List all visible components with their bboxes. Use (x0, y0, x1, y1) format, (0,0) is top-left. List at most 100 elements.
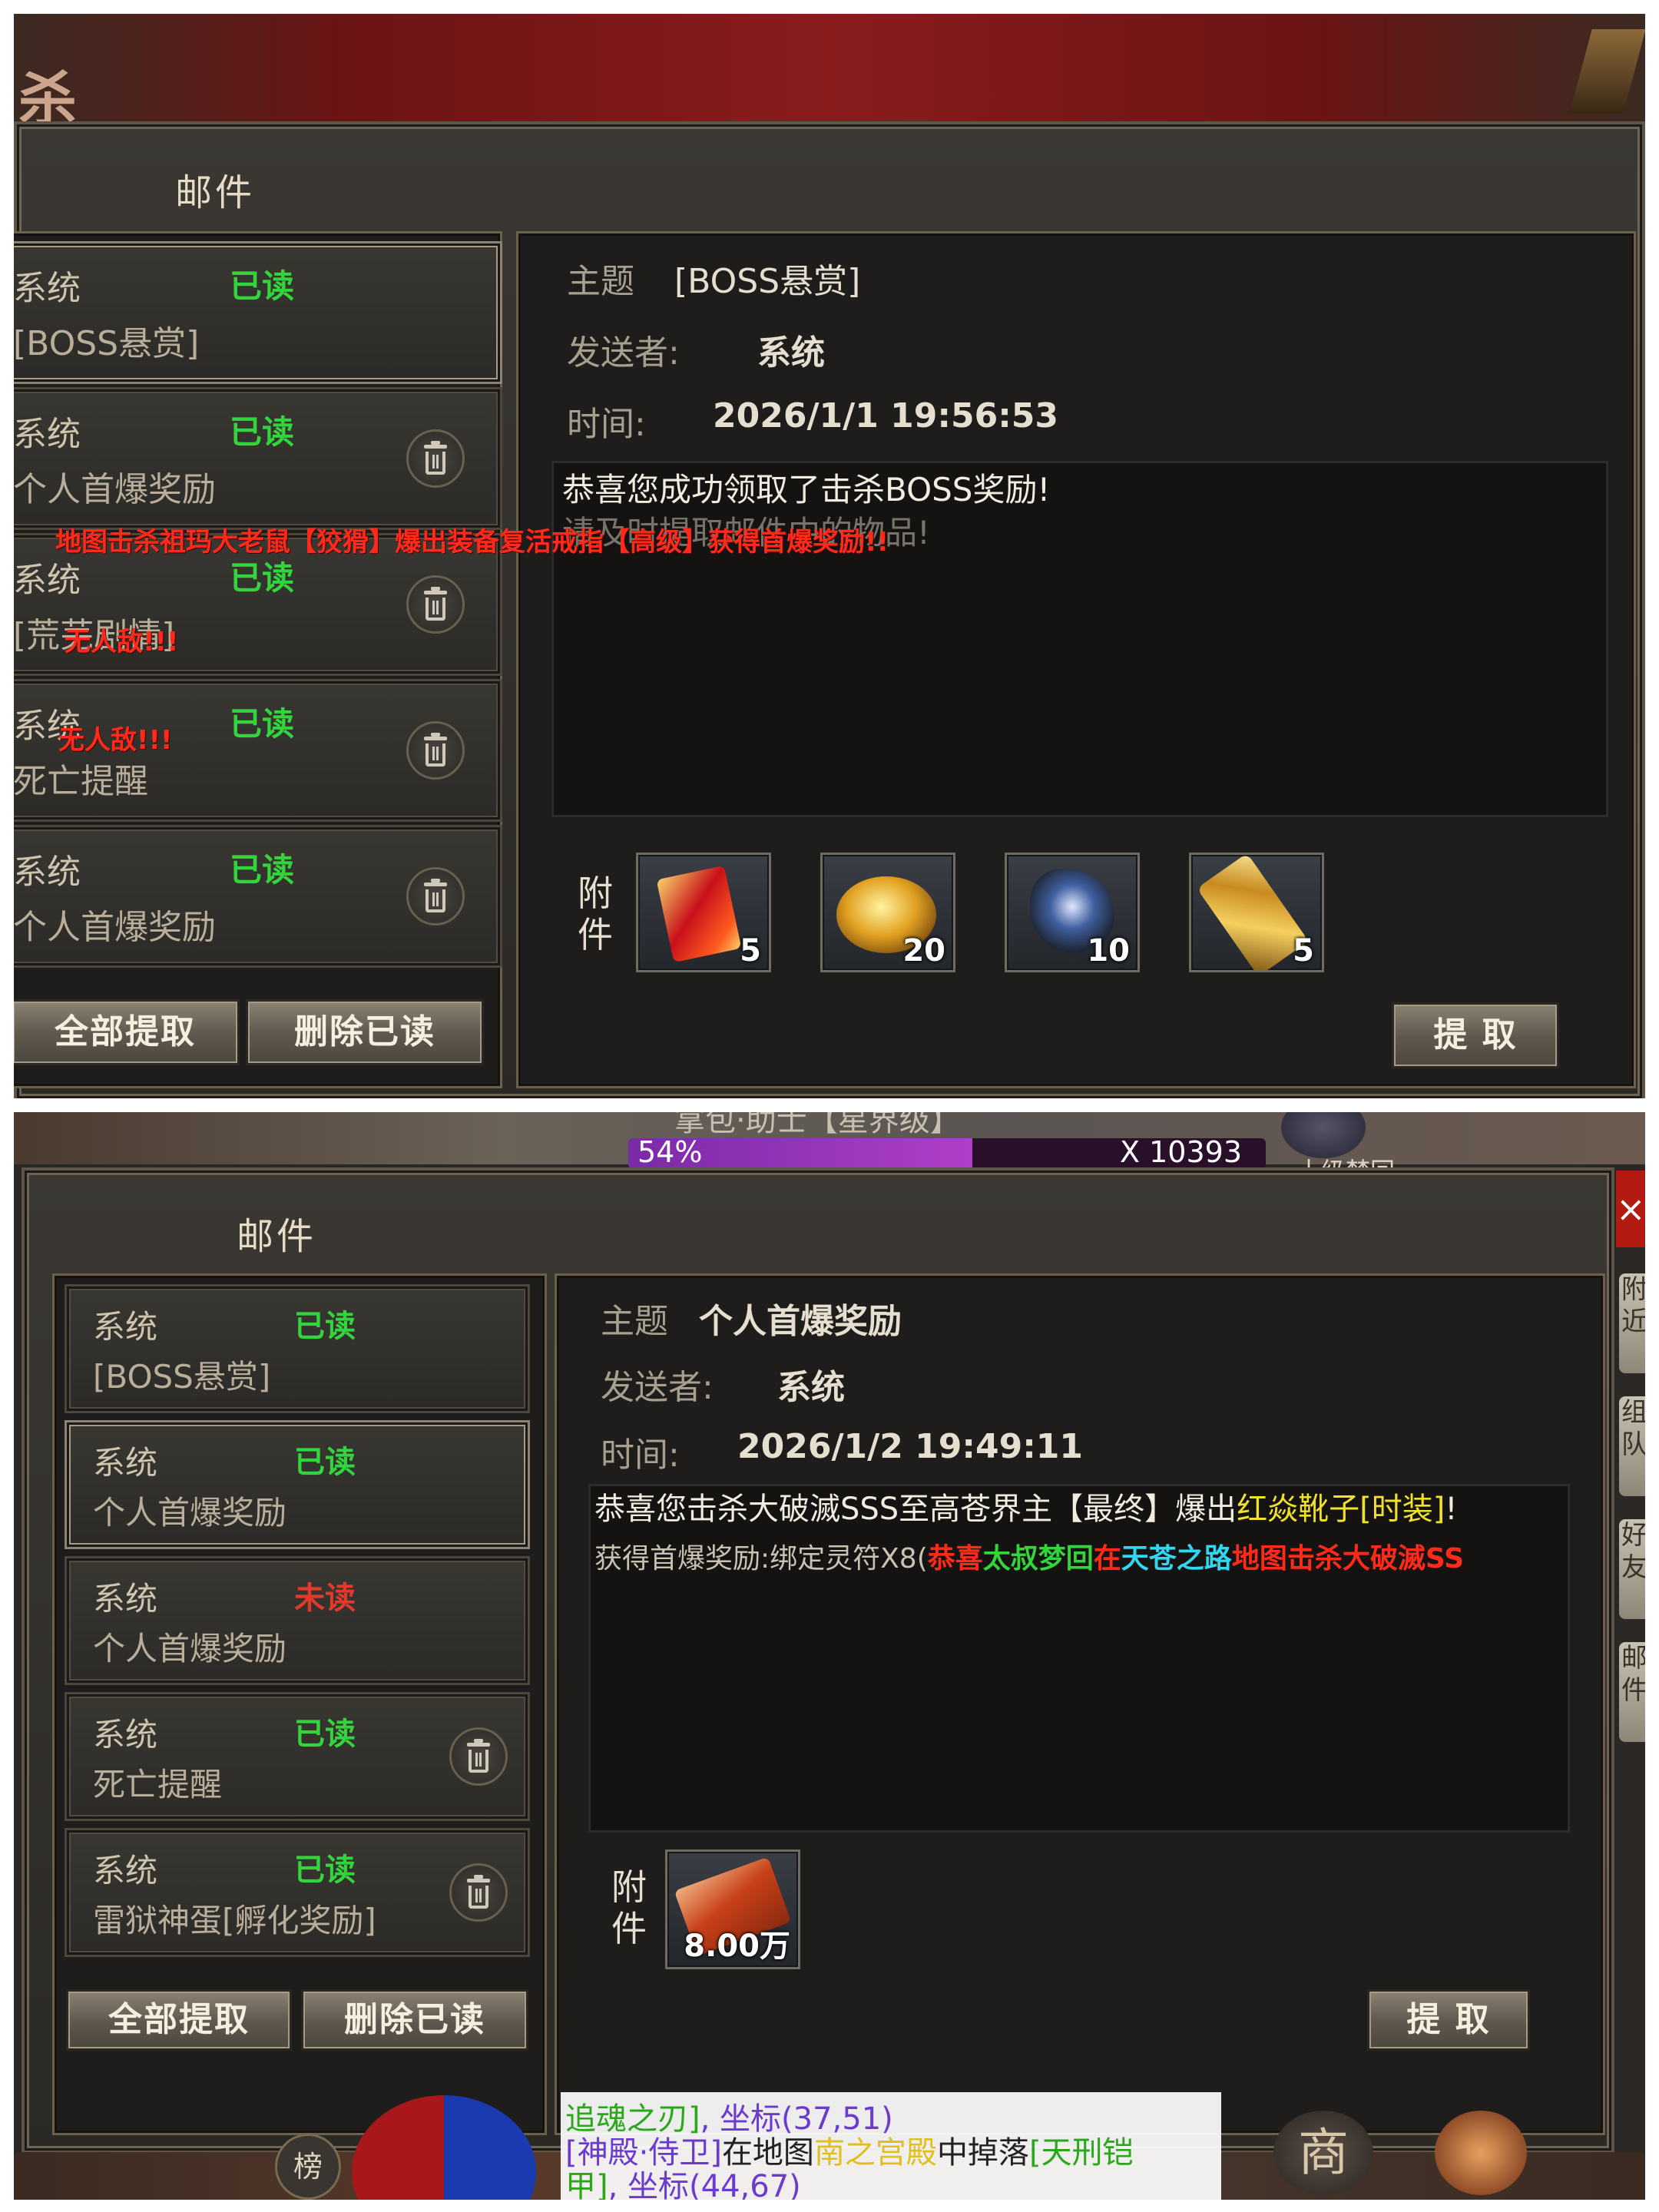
collect-button[interactable]: 提 取 (1367, 1989, 1530, 2051)
attachment-qty: 8.00万 (684, 1929, 790, 1964)
collect-all-button[interactable]: 全部提取 (14, 999, 240, 1065)
mail-list-item[interactable]: 系统 已读死亡提醒 (65, 1692, 530, 1821)
trash-icon[interactable] (449, 1863, 508, 1922)
attachment-slot[interactable]: 20 (820, 853, 955, 972)
trash-icon[interactable] (406, 429, 465, 488)
mail-list-item[interactable]: 系统 已读雷狱神蛋[孵化奖励] (65, 1828, 530, 1957)
attachment-slot[interactable]: 10 (1005, 853, 1140, 972)
attachment-slot[interactable]: 5 (1189, 853, 1324, 972)
mail-subject: 死亡提醒 (93, 1766, 223, 1804)
sender-value: 系统 (777, 1368, 845, 1407)
skill-icon[interactable] (1435, 2111, 1527, 2195)
mail-status: 已读 (294, 1309, 356, 1345)
mail-sender: 系统 (14, 414, 81, 454)
trash-icon[interactable] (406, 721, 465, 780)
message-text: 获得首爆奖励:绑定灵符X8( (594, 1543, 928, 1575)
mail-list-item[interactable]: 系统 已读 [BOSS悬赏] (14, 241, 502, 384)
attachment-slot[interactable]: 5 (636, 853, 771, 972)
subject-value: 个人首爆奖励 (699, 1302, 902, 1341)
top-banner (14, 14, 1645, 121)
hud-progress-text: 54% (637, 1135, 703, 1169)
sender-label: 发送者: (601, 1368, 714, 1407)
mail-status: 已读 (230, 558, 295, 597)
chat-item[interactable]: 甲] (565, 2169, 608, 2200)
trash-icon[interactable] (406, 867, 465, 926)
mail-status: 已读 (230, 850, 295, 889)
scroll-notice: 地图击杀祖玛大老鼠【狡猾】爆出装备复活戒指【高级】获得首爆奖励!! (55, 527, 889, 558)
hud-label: 拿包·助士【星界级】 (674, 1112, 961, 1138)
side-tab[interactable]: 附近 (1619, 1273, 1645, 1373)
message-text: ! (1445, 1492, 1458, 1527)
mail-subject: 雷狱神蛋[孵化奖励] (93, 1902, 376, 1940)
bottom-screenshot: 拿包·助士【星界级】 54% X 10393 十级梦回 × 邮件 附近组队好友邮… (14, 1112, 1645, 2200)
mail-subject: 个人首爆奖励 (93, 1630, 287, 1668)
mail-sender: 系统 (93, 1308, 158, 1346)
message-line: 恭喜您击杀大破滅SSS至高苍界主【最终】爆出红焱靴子[时装]! (594, 1484, 1457, 1528)
chat-item[interactable]: [天刑铠 (1029, 2135, 1134, 2171)
time-value: 2026/1/1 19:56:53 (713, 396, 1059, 435)
window-title: 邮件 (237, 1215, 317, 1258)
subject-label: 主题 (567, 262, 634, 301)
shop-button[interactable]: 商 (1273, 2111, 1373, 2195)
mail-sender: 系统 (14, 852, 81, 892)
red-envelope-icon (656, 865, 742, 963)
mail-status: 已读 (294, 1717, 356, 1753)
time-label: 时间: (601, 1435, 680, 1475)
mail-subject: 个人首爆奖励 (14, 469, 216, 509)
mail-status: 已读 (294, 1445, 356, 1481)
mail-list-item[interactable]: 系统 已读 [BOSS悬赏] (65, 1284, 530, 1413)
message-text: 恭喜您击杀大破滅SSS至高苍界主【最终】爆出 (594, 1492, 1237, 1527)
side-tab[interactable]: 邮件 (1619, 1642, 1645, 1742)
floating-text: 无人敌!!! (65, 627, 179, 657)
trash-icon[interactable] (449, 1727, 508, 1786)
attachment-qty: 10 (1087, 933, 1130, 969)
mail-list-item[interactable]: 系统 已读 个人首爆奖励 (14, 387, 502, 530)
scroll-notice-map: 天苍之路 (1121, 1543, 1232, 1575)
collect-all-button[interactable]: 全部提取 (66, 1989, 292, 2051)
mail-sender: 系统 (93, 1444, 158, 1482)
hud-power: X 10393 (1120, 1135, 1242, 1169)
item-link[interactable]: 红焱靴子[时装] (1237, 1492, 1445, 1527)
close-button[interactable]: × (1616, 1171, 1645, 1247)
attachment-slot[interactable]: 8.00万 (665, 1849, 800, 1969)
mail-subject: 个人首爆奖励 (14, 907, 216, 947)
trash-icon[interactable] (406, 575, 465, 634)
chat-map[interactable]: 南之宫殿 (814, 2135, 937, 2171)
mail-status: 已读 (230, 267, 295, 305)
mail-subject: [BOSS悬赏] (14, 323, 200, 363)
mail-sender: 系统 (93, 1716, 158, 1754)
mail-status: 未读 (294, 1581, 356, 1617)
mail-sender: 系统 (93, 1852, 158, 1890)
mail-list-item[interactable]: 系统 未读 个人首爆奖励 (65, 1556, 530, 1685)
side-tab[interactable]: 好友 (1619, 1519, 1645, 1619)
mail-status: 已读 (230, 412, 295, 451)
mail-status: 已读 (294, 1853, 356, 1889)
delete-read-button[interactable]: 删除已读 (246, 999, 484, 1065)
floating-text: 无人敌!!! (58, 725, 173, 756)
mail-list-item[interactable]: 系统 已读 个人首爆奖励 (65, 1420, 530, 1549)
sender-value: 系统 (757, 333, 825, 373)
delete-read-button[interactable]: 删除已读 (301, 1989, 528, 2051)
message-line: 获得首爆奖励:绑定灵符X8(恭喜太叔梦回在天苍之路地图击杀大破滅SS (594, 1536, 1562, 1576)
mail-sender: 系统 (93, 1580, 158, 1618)
mail-subject: 个人首爆奖励 (93, 1494, 287, 1532)
subject-label: 主题 (601, 1302, 668, 1341)
subject-value: [BOSS悬赏] (674, 262, 861, 301)
ranking-button[interactable]: 榜 (275, 2134, 341, 2200)
side-tab[interactable]: 组队 (1619, 1396, 1645, 1496)
mail-sender: 系统 (14, 268, 81, 308)
attachment-label: 附件 (578, 873, 613, 955)
chat-coords[interactable]: , 坐标(44,67) (608, 2169, 801, 2200)
chat-text: 中掉落 (936, 2135, 1029, 2171)
message-line: 恭喜您成功领取了击杀BOSS奖励! (562, 471, 1051, 508)
time-value: 2026/1/2 19:49:11 (737, 1427, 1084, 1466)
scroll-notice: 恭喜 (927, 1543, 983, 1575)
collect-button[interactable]: 提 取 (1392, 1002, 1559, 1068)
mail-list-item[interactable]: 系统 已读 个人首爆奖励 (14, 825, 502, 968)
mail-sender: 系统 (14, 560, 81, 600)
scroll-notice: 在 (1093, 1543, 1121, 1575)
attachment-qty: 5 (1293, 933, 1314, 969)
scroll-notice: 地图击杀大破滅SS (1231, 1543, 1465, 1575)
mail-subject: [BOSS悬赏] (93, 1358, 271, 1396)
mail-subject: 死亡提醒 (14, 761, 148, 801)
